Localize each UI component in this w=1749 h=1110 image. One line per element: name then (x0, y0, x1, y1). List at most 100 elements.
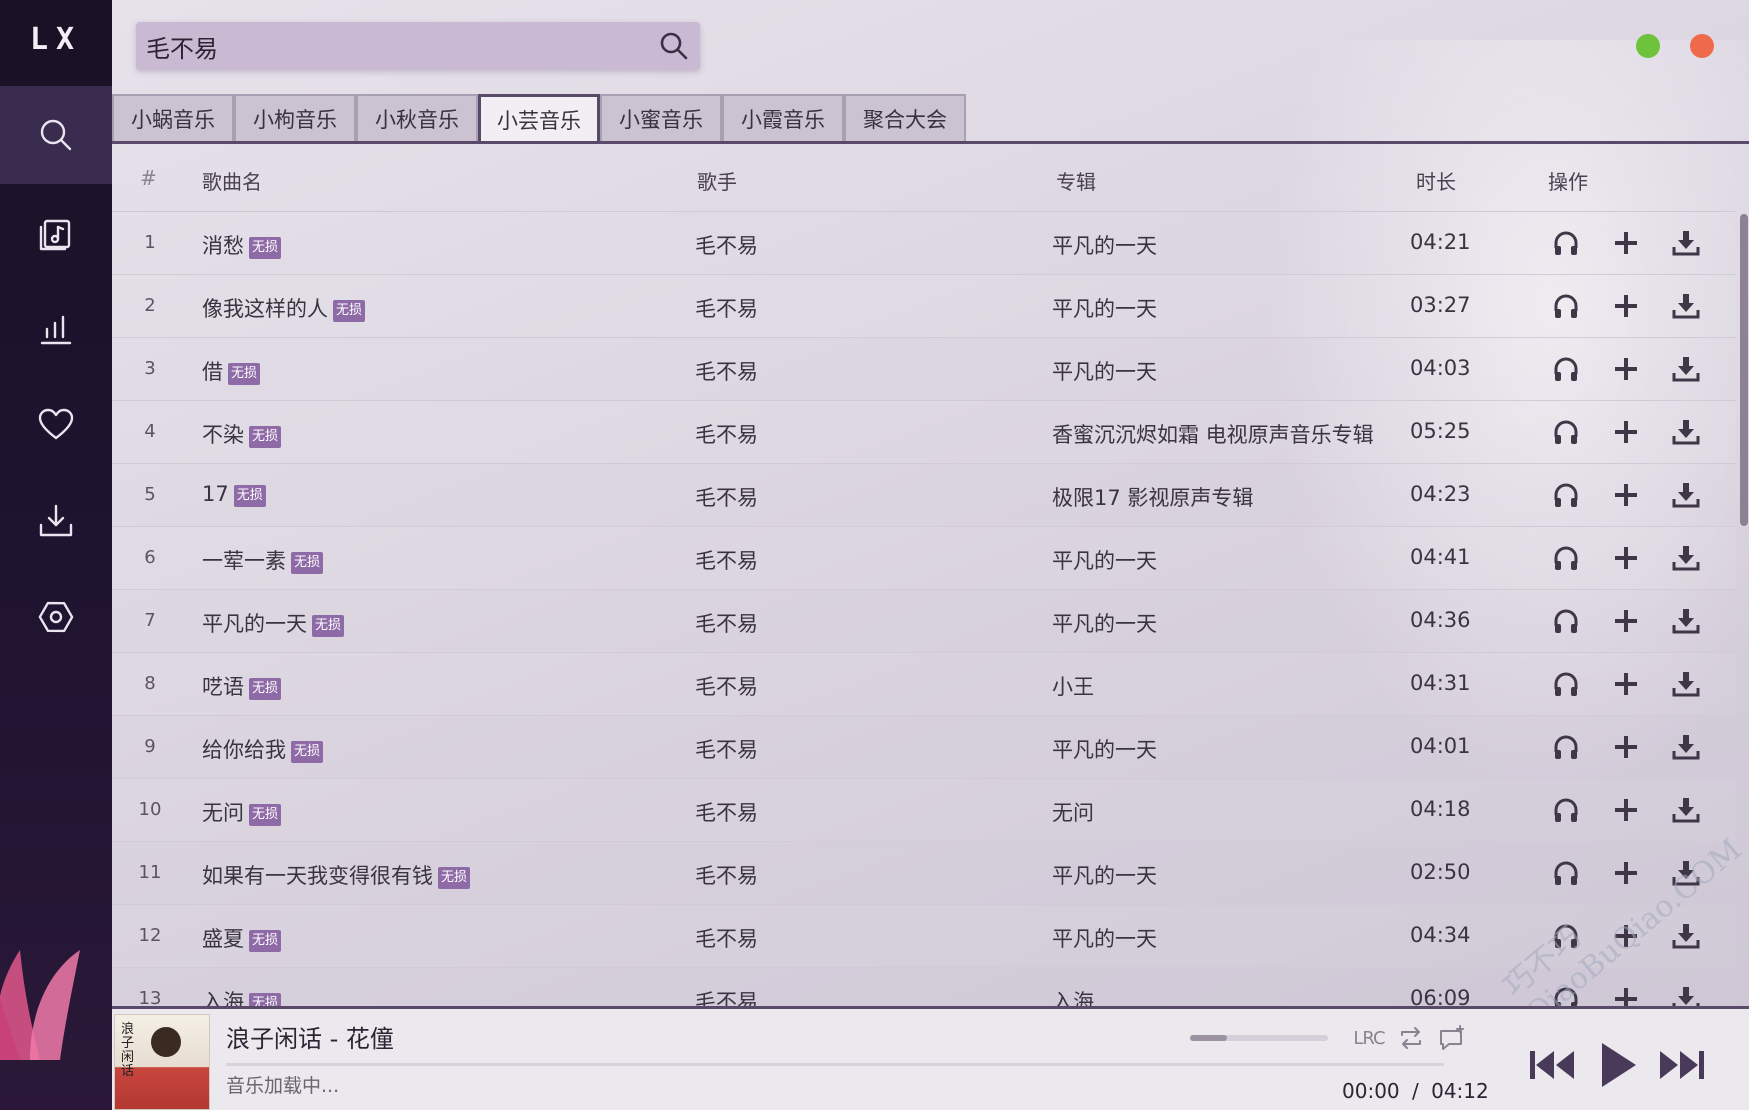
table-row[interactable]: 6 一荤一素 无损 毛不易 平凡的一天 04:41 (112, 527, 1736, 590)
add-to-list-button[interactable] (1596, 289, 1656, 323)
next-button[interactable] (1652, 1041, 1712, 1089)
download-button[interactable] (1656, 919, 1716, 953)
song-name: 像我这样的人 (202, 297, 328, 321)
table-row[interactable]: 7 平凡的一天 无损 毛不易 平凡的一天 04:36 (112, 590, 1736, 653)
song-duration: 04:34 (1410, 923, 1471, 947)
add-to-list-button[interactable] (1596, 856, 1656, 890)
play-button[interactable] (1536, 541, 1596, 575)
sidebar-item-download[interactable] (0, 472, 112, 570)
table-row[interactable]: 8 呓语 无损 毛不易 小王 04:31 (112, 653, 1736, 716)
search-input[interactable] (146, 28, 636, 64)
headphones-icon (1554, 483, 1578, 507)
table-row[interactable]: 9 给你给我 无损 毛不易 平凡的一天 04:01 (112, 716, 1736, 779)
album-cover[interactable]: 浪子闲话 (114, 1014, 210, 1110)
play-button[interactable] (1536, 352, 1596, 386)
row-index: 12 (138, 925, 162, 946)
add-to-list-button[interactable] (1596, 478, 1656, 512)
headphones-icon (1554, 861, 1578, 885)
volume-slider[interactable] (1190, 1035, 1328, 1041)
album-name: 平凡的一天 (1052, 927, 1157, 951)
lossless-badge: 无损 (249, 993, 282, 1006)
play-button[interactable] (1536, 982, 1596, 1006)
table-row[interactable]: 11 如果有一天我变得很有钱 无损 毛不易 平凡的一天 02:50 (112, 842, 1736, 905)
play-button[interactable] (1536, 667, 1596, 701)
download-button[interactable] (1656, 226, 1716, 260)
download-button[interactable] (1656, 793, 1716, 827)
search-button[interactable] (656, 28, 692, 64)
tab-source-4[interactable]: 小芸音乐 (478, 94, 600, 142)
play-button[interactable] (1536, 793, 1596, 827)
table-row[interactable]: 5 17 无损 毛不易 极限17 影视原声专辑 04:23 (112, 464, 1736, 527)
add-to-list-button[interactable] (1596, 730, 1656, 764)
add-to-list-button[interactable] (1596, 352, 1656, 386)
download-button[interactable] (1656, 415, 1716, 449)
table-row[interactable]: 12 盛夏 无损 毛不易 平凡的一天 04:34 (112, 905, 1736, 968)
song-duration: 04:03 (1410, 356, 1471, 380)
playback-status: 音乐加载中... (226, 1075, 340, 1097)
download-button[interactable] (1656, 478, 1716, 512)
table-row[interactable]: 2 像我这样的人 无损 毛不易 平凡的一天 03:27 (112, 275, 1736, 338)
repeat-button[interactable] (1394, 1023, 1428, 1053)
play-button[interactable] (1536, 856, 1596, 890)
add-to-list-button[interactable] (1596, 415, 1656, 449)
download-button[interactable] (1656, 352, 1716, 386)
sidebar-item-search[interactable] (0, 86, 112, 184)
play-button[interactable] (1536, 289, 1596, 323)
download-button[interactable] (1656, 730, 1716, 764)
download-button[interactable] (1656, 856, 1716, 890)
download-button[interactable] (1656, 982, 1716, 1006)
song-duration: 02:50 (1410, 860, 1471, 884)
table-row[interactable]: 10 无问 无损 毛不易 无问 04:18 (112, 779, 1736, 842)
lossless-badge: 无损 (291, 552, 324, 574)
progress-bar[interactable] (226, 1063, 1444, 1066)
artist-name: 毛不易 (695, 738, 758, 762)
play-button[interactable] (1536, 919, 1596, 953)
time-display: 00:00 / 04:12 (1342, 1079, 1489, 1103)
song-name: 如果有一天我变得很有钱 (202, 864, 433, 888)
row-actions (1536, 352, 1716, 386)
minimize-button[interactable] (1636, 34, 1660, 58)
add-to-list-button[interactable] (1596, 982, 1656, 1006)
table-header: # 歌曲名 歌手 专辑 时长 操作 (112, 146, 1736, 212)
play-button[interactable] (1536, 226, 1596, 260)
table-row[interactable]: 13 入海 无损 毛不易 入海 06:09 (112, 968, 1736, 1006)
download-button[interactable] (1656, 541, 1716, 575)
tab-source-7[interactable]: 聚合大会 (844, 94, 966, 142)
song-name: 不染 (202, 423, 244, 447)
lyrics-button[interactable]: LRC (1352, 1023, 1386, 1053)
add-to-list-button[interactable] (1596, 604, 1656, 638)
tab-source-1[interactable]: 小蜗音乐 (112, 94, 234, 142)
add-icon (1615, 547, 1637, 569)
sidebar-item-settings[interactable] (0, 568, 112, 666)
add-to-list-button[interactable] (1596, 226, 1656, 260)
tab-source-5[interactable]: 小蜜音乐 (600, 94, 722, 142)
table-row[interactable]: 3 借无损 毛不易 平凡的一天 04:03 (112, 338, 1736, 401)
play-button[interactable] (1536, 730, 1596, 764)
add-to-list-button[interactable] (1596, 793, 1656, 827)
sidebar-item-favorites[interactable] (0, 376, 112, 474)
headphones-icon (1554, 546, 1578, 570)
add-to-list-button[interactable] (1596, 541, 1656, 575)
play-button[interactable] (1536, 604, 1596, 638)
download-button[interactable] (1656, 667, 1716, 701)
lyrics-icon: LRC (1353, 1027, 1385, 1049)
play-button[interactable] (1536, 415, 1596, 449)
comment-button[interactable] (1434, 1023, 1468, 1053)
add-to-list-button[interactable] (1596, 919, 1656, 953)
download-button[interactable] (1656, 289, 1716, 323)
add-to-list-button[interactable] (1596, 667, 1656, 701)
table-row[interactable]: 4 不染 无损 毛不易 香蜜沉沉烬如霜 电视原声音乐专辑 05:25 (112, 401, 1736, 464)
tab-source-2[interactable]: 小枸音乐 (234, 94, 356, 142)
play-button[interactable] (1536, 478, 1596, 512)
download-button[interactable] (1656, 604, 1716, 638)
previous-button[interactable] (1522, 1041, 1582, 1089)
play-button[interactable] (1588, 1041, 1648, 1089)
close-button[interactable] (1690, 34, 1714, 58)
tab-source-3[interactable]: 小秋音乐 (356, 94, 478, 142)
table-row[interactable]: 1 消愁 无损 毛不易 平凡的一天 04:21 (112, 212, 1736, 275)
sidebar-item-playlist[interactable] (0, 184, 112, 282)
row-index: 4 (144, 421, 156, 442)
tab-source-6[interactable]: 小霞音乐 (722, 94, 844, 142)
sidebar-item-leaderboard[interactable] (0, 280, 112, 378)
scrollbar-thumb[interactable] (1740, 214, 1748, 526)
